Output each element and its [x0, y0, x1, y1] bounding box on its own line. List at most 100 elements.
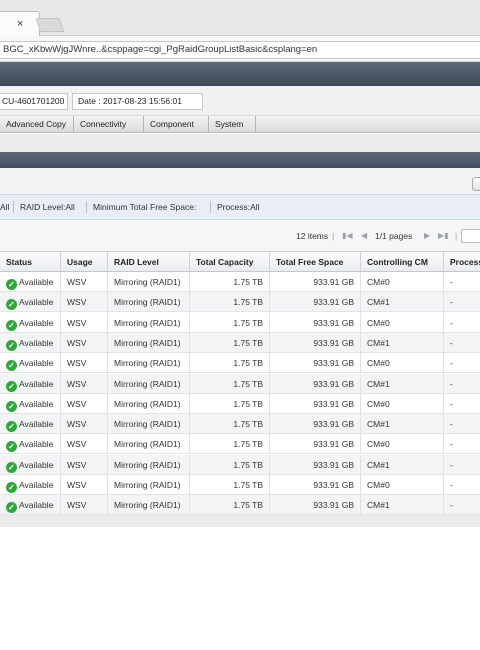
table-row[interactable]: ✓ Available WSV Mirroring (RAID1) 1.75 TB 933… — [0, 312, 480, 333]
column-header-raid-level[interactable]: RAID Level — [108, 252, 190, 272]
app-banner — [0, 62, 480, 86]
cell-process: - — [450, 277, 453, 287]
cell-process: - — [450, 337, 453, 348]
cell-total-free-space: 933.91 GB — [270, 495, 361, 516]
table-row[interactable]: ✓ Available WSV Mirroring (RAID1) 1.75 TB 933… — [0, 434, 480, 455]
cell-usage: WSV — [61, 475, 108, 495]
cell-usage: WSV — [61, 292, 108, 313]
cell-status: ✓ Available — [0, 393, 61, 414]
cell-total-capacity: 1.75 TB — [190, 292, 270, 313]
prev-page-icon[interactable]: ◀ — [361, 231, 367, 240]
column-header-total-free-space[interactable]: Total Free Space — [270, 252, 361, 272]
table-row[interactable]: ✓ Available WSV Mirroring (RAID1) 1.75 TB 933… — [0, 332, 480, 353]
serial-number: CU-4601701200 — [0, 93, 68, 110]
table-row[interactable]: ✓ Available WSV Mirroring (RAID1) 1.75 TB 933… — [0, 393, 480, 414]
cell-raid-level: Mirroring (RAID1) — [108, 312, 190, 333]
filter-raid-level[interactable]: RAID Level:All — [20, 194, 75, 220]
check-circle-icon: ✓ — [6, 502, 17, 514]
cell-process: - — [450, 480, 453, 490]
check-circle-icon: ✓ — [6, 482, 17, 493]
cell-total-free-space: 933.91 GB — [270, 414, 361, 435]
cell-process: - — [450, 378, 453, 389]
cell-controlling-cm: CM#0 — [361, 272, 444, 292]
cell-usage: WSV — [61, 454, 108, 475]
column-header-status[interactable]: Status — [0, 252, 61, 272]
cell-controlling-cm: CM#1 — [361, 292, 444, 313]
cell-total-capacity: 1.75 TB — [190, 454, 270, 475]
cell-process: - — [450, 398, 453, 409]
menu-connectivity[interactable]: Connectivity — [74, 116, 144, 133]
cell-status: ✓ Available — [0, 292, 61, 313]
check-circle-icon: ✓ — [6, 380, 17, 392]
action-button[interactable] — [472, 177, 480, 191]
cell-status: ✓ Available — [0, 332, 61, 353]
menu-advanced-copy[interactable]: Advanced Copy — [0, 116, 74, 133]
status-label: Available — [19, 277, 54, 287]
column-header-usage[interactable]: Usage — [61, 252, 108, 272]
cell-usage: WSV — [61, 414, 108, 435]
status-label: Available — [19, 500, 54, 511]
menu-component[interactable]: Component — [144, 116, 209, 133]
status-label: Available — [19, 459, 54, 470]
cell-usage: WSV — [61, 373, 108, 394]
filter-process[interactable]: Process:All — [217, 194, 260, 220]
table-row[interactable]: ✓ Available WSV Mirroring (RAID1) 1.75 TB 933… — [0, 454, 480, 475]
cell-raid-level: Mirroring (RAID1) — [108, 373, 190, 394]
cell-usage: WSV — [61, 434, 108, 455]
check-circle-icon: ✓ — [6, 319, 17, 331]
cell-usage: WSV — [61, 312, 108, 333]
raid-group-table: Status Usage RAID Level Total Capacity T… — [0, 251, 480, 525]
cell-usage: WSV — [61, 353, 108, 374]
cell-status: ✓ Available — [0, 434, 61, 455]
table-footer — [0, 515, 480, 527]
status-label: Available — [19, 317, 54, 328]
cell-total-free-space: 933.91 GB — [270, 292, 361, 313]
url-field[interactable]: BGC_xKbwWjgJWnre..&csppage=cgi_PgRaidGro… — [0, 41, 480, 59]
check-circle-icon: ✓ — [6, 441, 17, 453]
table-row[interactable]: ✓ Available WSV Mirroring (RAID1) 1.75 TB 933… — [0, 373, 480, 394]
status-label: Available — [19, 480, 54, 490]
filter-all[interactable]: All — [0, 194, 9, 220]
cell-status: ✓ Available — [0, 495, 61, 516]
cell-usage: WSV — [61, 272, 108, 292]
column-header-total-capacity[interactable]: Total Capacity — [190, 252, 270, 272]
next-page-icon[interactable]: ▶ — [424, 231, 430, 240]
cell-usage: WSV — [61, 393, 108, 414]
cell-total-free-space: 933.91 GB — [270, 312, 361, 333]
cell-total-capacity: 1.75 TB — [190, 353, 270, 374]
table-row[interactable]: ✓ Available WSV Mirroring (RAID1) 1.75 TB 933… — [0, 495, 480, 516]
cell-raid-level: Mirroring (RAID1) — [108, 272, 190, 292]
new-tab-button[interactable] — [35, 18, 65, 32]
table-row[interactable]: ✓ Available WSV Mirroring (RAID1) 1.75 TB 933… — [0, 414, 480, 435]
cell-controlling-cm: CM#1 — [361, 454, 444, 475]
column-header-process[interactable]: Process — [444, 252, 480, 272]
browser-tabstrip — [0, 0, 480, 36]
cell-total-capacity: 1.75 TB — [190, 475, 270, 495]
cell-raid-level: Mirroring (RAID1) — [108, 434, 190, 455]
table-row[interactable]: ✓ Available WSV Mirroring (RAID1) 1.75 TB 933… — [0, 353, 480, 374]
check-circle-icon: ✓ — [6, 461, 17, 473]
cell-process: - — [450, 358, 453, 369]
cell-total-free-space: 933.91 GB — [270, 434, 361, 455]
page-number-input[interactable] — [461, 229, 480, 243]
cell-controlling-cm: CM#1 — [361, 373, 444, 394]
tab-close-icon[interactable]: × — [17, 18, 23, 30]
column-header-controlling-cm[interactable]: Controlling CM — [361, 252, 444, 272]
table-row[interactable]: ✓ Available WSV Mirroring (RAID1) 1.75 TB 933… — [0, 272, 480, 292]
cell-process: - — [450, 500, 453, 511]
cell-total-capacity: 1.75 TB — [190, 332, 270, 353]
filter-min-free-space[interactable]: Minimum Total Free Space: — [93, 194, 196, 220]
menu-system[interactable]: System — [209, 116, 256, 133]
last-page-icon[interactable]: ▶▮ — [438, 231, 449, 240]
first-page-icon[interactable]: ▮◀ — [342, 231, 353, 240]
cell-total-free-space: 933.91 GB — [270, 353, 361, 374]
cell-total-capacity: 1.75 TB — [190, 434, 270, 455]
table-row[interactable]: ✓ Available WSV Mirroring (RAID1) 1.75 TB 933… — [0, 292, 480, 313]
cell-total-free-space: 933.91 GB — [270, 475, 361, 495]
status-label: Available — [19, 439, 54, 450]
cell-usage: WSV — [61, 332, 108, 353]
table-row[interactable]: ✓ Available WSV Mirroring (RAID1) 1.75 TB 933… — [0, 475, 480, 495]
spacer — [0, 134, 480, 152]
check-circle-icon: ✓ — [6, 339, 17, 351]
cell-raid-level: Mirroring (RAID1) — [108, 475, 190, 495]
